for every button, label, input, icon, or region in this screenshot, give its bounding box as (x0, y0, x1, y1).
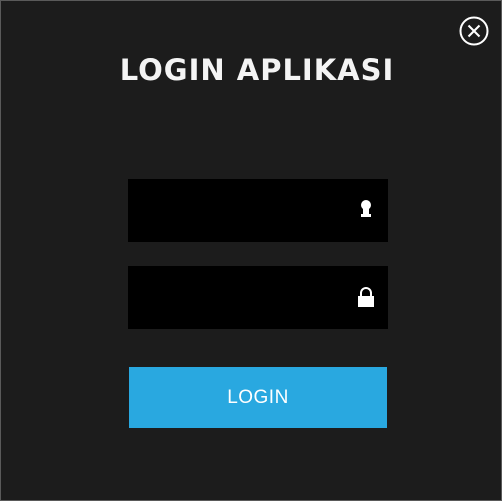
login-button[interactable]: LOGIN (129, 367, 387, 428)
username-field-container (128, 179, 388, 242)
password-input[interactable] (128, 266, 348, 329)
lock-icon (356, 286, 376, 308)
close-circle-icon (459, 16, 489, 46)
username-input[interactable] (128, 179, 348, 242)
page-title: LOGIN APLIKASI (119, 53, 395, 87)
login-window: LOGIN APLIKASI LOGIN (0, 0, 502, 501)
user-icon (356, 199, 376, 221)
password-field-container (128, 266, 388, 329)
close-button[interactable] (459, 16, 489, 46)
